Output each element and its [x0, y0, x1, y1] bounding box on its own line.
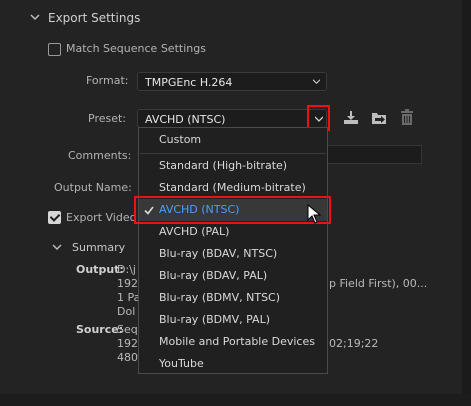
source-duration: 02;19;22: [329, 337, 379, 350]
preset-option[interactable]: Blu-ray (BDMV, PAL): [139, 309, 327, 331]
comments-input[interactable]: [327, 145, 422, 164]
preset-dropdown-menu: Custom Standard (High-bitrate) Standard …: [138, 127, 328, 374]
export-video-checkbox[interactable]: [48, 211, 61, 224]
section-title: Export Settings: [48, 11, 141, 25]
output-line: Dol: [117, 305, 136, 318]
preset-label: Preset:: [88, 112, 127, 125]
output-name-label: Output Name:: [54, 181, 132, 194]
output-line: 192: [117, 277, 138, 290]
output-line: D:\j: [117, 263, 136, 276]
scrollbar[interactable]: [462, 0, 471, 394]
source-line: Seq: [117, 323, 138, 336]
output-line: 1 Pa: [117, 291, 141, 304]
preset-option[interactable]: AVCHD (PAL): [139, 221, 327, 243]
output-field-order: p Field First), 00...: [329, 277, 428, 290]
preset-option[interactable]: YouTube: [139, 353, 327, 375]
chevron-down-icon[interactable]: [52, 242, 62, 252]
cursor-icon: [307, 204, 321, 224]
format-label: Format:: [86, 74, 129, 87]
folder-import-icon[interactable]: [371, 110, 388, 126]
preset-option-custom[interactable]: Custom: [139, 129, 327, 151]
preset-value: AVCHD (NTSC): [145, 113, 226, 126]
format-value: TMPGEnc H.264: [145, 76, 233, 89]
trash-icon[interactable]: [400, 109, 414, 126]
preset-option[interactable]: Blu-ray (BDMV, NTSC): [139, 287, 327, 309]
summary-title: Summary: [72, 241, 126, 254]
download-icon[interactable]: [343, 110, 359, 126]
format-select[interactable]: TMPGEnc H.264: [137, 72, 327, 91]
menu-divider: [140, 153, 326, 154]
selection-highlight-box: [134, 196, 331, 224]
chevron-down-icon[interactable]: [30, 12, 40, 22]
export-video-label: Export Video: [66, 211, 137, 224]
match-sequence-label: Match Sequence Settings: [66, 42, 206, 55]
preset-option[interactable]: Mobile and Portable Devices: [139, 331, 327, 353]
preset-select[interactable]: AVCHD (NTSC): [137, 109, 327, 128]
panel-bottom: [0, 394, 471, 406]
preset-option[interactable]: Blu-ray (BDAV, NTSC): [139, 243, 327, 265]
chevron-down-icon: [313, 79, 320, 85]
source-line: 192: [117, 337, 138, 350]
preset-option[interactable]: Standard (High-bitrate): [139, 155, 327, 177]
match-sequence-checkbox[interactable]: [48, 43, 61, 56]
chevron-down-icon: [315, 116, 323, 122]
source-line: 480: [117, 351, 138, 364]
preset-option[interactable]: Blu-ray (BDAV, PAL): [139, 265, 327, 287]
comments-label: Comments:: [68, 149, 132, 162]
